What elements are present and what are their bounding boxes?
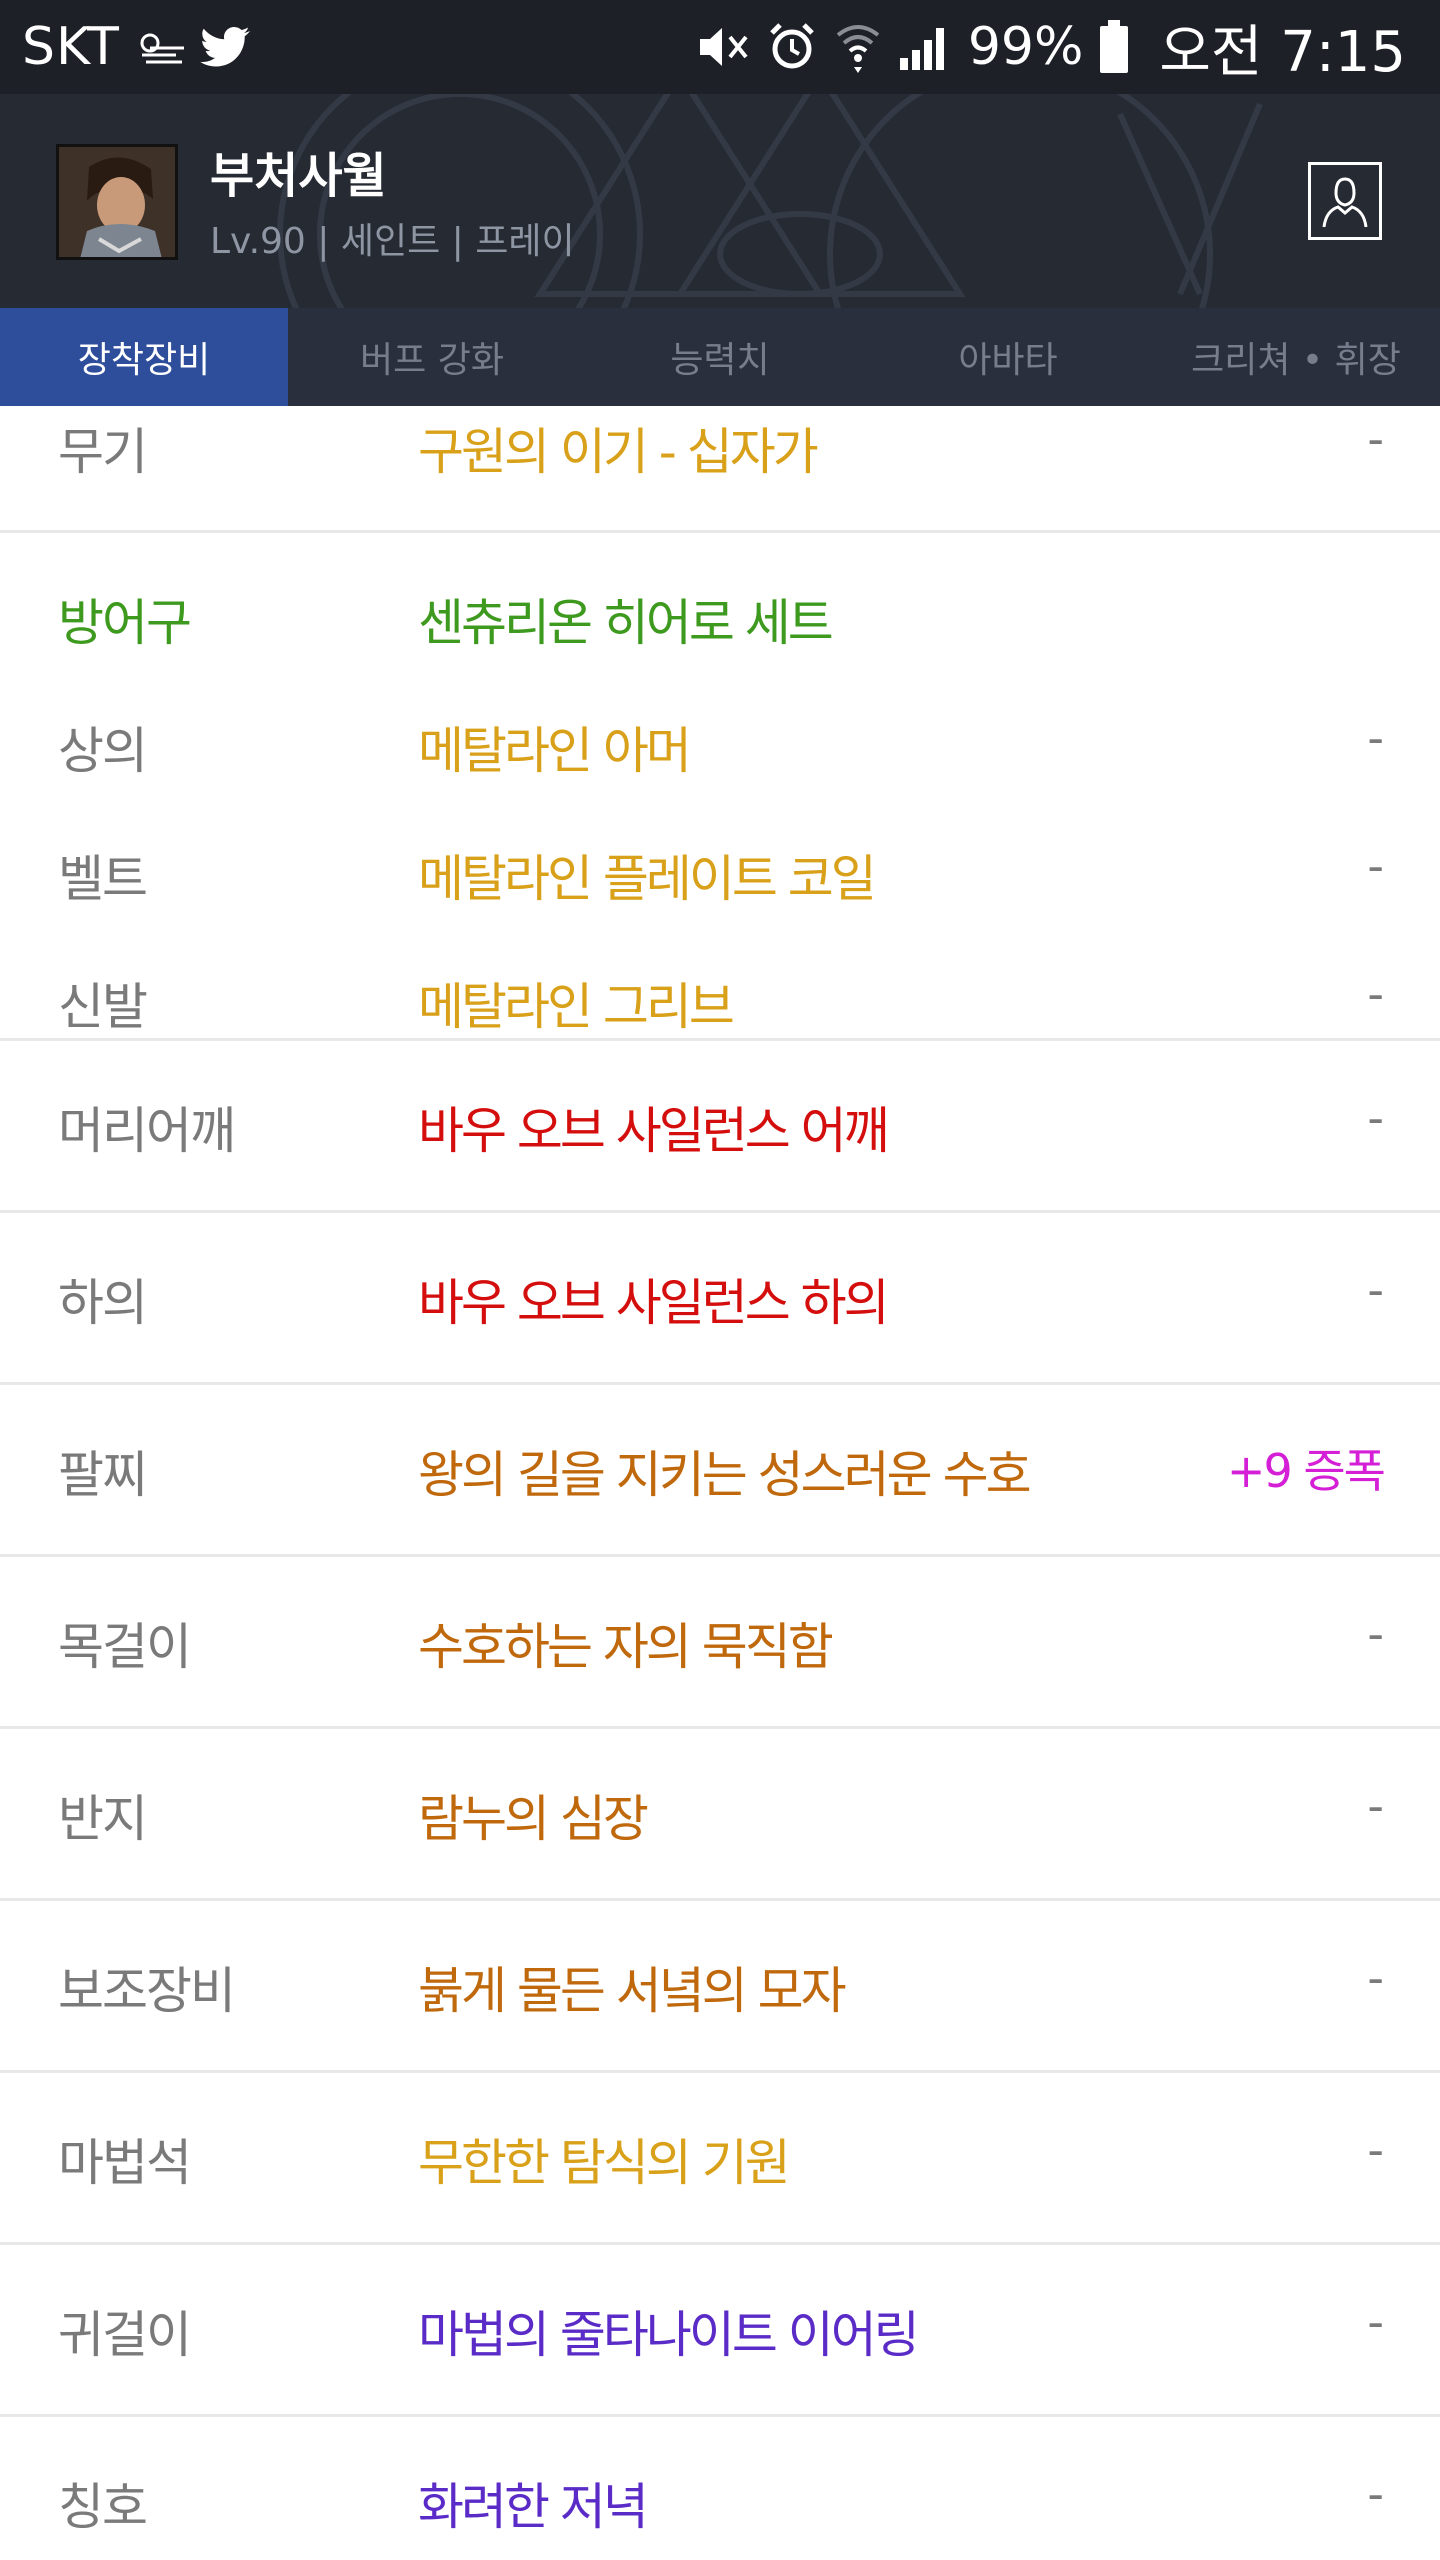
item-extra: - xyxy=(1367,1607,1384,1661)
item-name: 바우 오브 사일런스 하의 xyxy=(418,1274,890,1332)
twitter-icon xyxy=(200,25,252,69)
equipment-row-necklace[interactable]: 목걸이 수호하는 자의 묵직함 - xyxy=(0,1557,1440,1726)
slot-label: 무기 xyxy=(58,423,148,481)
item-extra: - xyxy=(1367,967,1384,1021)
armor-group: 방어구 센츄리온 히어로 세트 상의 메탈라인 아머 - 벨트 메탈라인 플레이… xyxy=(0,533,1440,1038)
slot-label: 반지 xyxy=(58,1790,148,1848)
tab-creature-emblem[interactable]: 크리쳐 • 휘장 xyxy=(1152,308,1440,406)
slot-label: 칭호 xyxy=(58,2478,148,2536)
item-extra: - xyxy=(1367,2467,1384,2521)
person-icon xyxy=(1322,177,1368,228)
armor-set-header[interactable]: 방어구 센츄리온 히어로 세트 xyxy=(0,533,1440,653)
item-name: 메탈라인 아머 xyxy=(418,722,692,780)
tab-avatar[interactable]: 아바타 xyxy=(864,308,1152,406)
slot-label: 보조장비 xyxy=(58,1962,236,2020)
equipment-row-support[interactable]: 보조장비 붉게 물든 서녘의 모자 - xyxy=(0,1901,1440,2070)
item-name: 구원의 이기 - 십자가 xyxy=(418,423,819,481)
equipment-list: 무기 구원의 이기 - 십자가 - 방어구 센츄리온 히어로 세트 상의 메탈라… xyxy=(0,406,1440,2537)
character-avatar xyxy=(56,144,178,260)
slot-label: 상의 xyxy=(58,722,148,780)
item-name: 마법의 줄타나이트 이어링 xyxy=(418,2306,920,2364)
carrier-label: SKT xyxy=(22,17,120,77)
equipment-row-weapon[interactable]: 무기 구원의 이기 - 십자가 - xyxy=(0,406,1440,530)
profile-button[interactable] xyxy=(1308,162,1382,240)
signal-icon xyxy=(898,22,952,72)
mute-icon xyxy=(696,22,750,72)
equipment-row-top[interactable]: 상의 메탈라인 아머 - xyxy=(0,653,1440,781)
tab-stats[interactable]: 능력치 xyxy=(576,308,864,406)
status-bar: SKT 99% 오전 7:15 xyxy=(0,0,1440,94)
equipment-row-earring[interactable]: 귀걸이 마법의 줄타나이트 이어링 - xyxy=(0,2245,1440,2414)
item-extra: - xyxy=(1367,1951,1384,2005)
equipment-row-shoes[interactable]: 신발 메탈라인 그리브 - xyxy=(0,909,1440,1037)
slot-label: 머리어깨 xyxy=(58,1102,236,1160)
wifi-icon xyxy=(834,21,882,73)
equipment-row-shoulder[interactable]: 머리어깨 바우 오브 사일런스 어깨 - xyxy=(0,1041,1440,1210)
item-name: 수호하는 자의 묵직함 xyxy=(418,1618,834,1676)
slot-label: 하의 xyxy=(58,1274,148,1332)
item-extra: - xyxy=(1367,839,1384,893)
item-name: 화려한 저녁 xyxy=(418,2478,649,2536)
slot-label: 귀걸이 xyxy=(58,2306,192,2364)
tab-buff-enhance[interactable]: 버프 강화 xyxy=(288,308,576,406)
character-subtitle: Lv.90 | 세인트 | 프레이 xyxy=(210,221,575,262)
item-extra: - xyxy=(1367,2123,1384,2177)
slot-label: 벨트 xyxy=(58,850,148,908)
equipment-row-pants[interactable]: 하의 바우 오브 사일런스 하의 - xyxy=(0,1213,1440,1382)
item-name: 람누의 심장 xyxy=(418,1790,649,1848)
equipment-row-magicstone[interactable]: 마법석 무한한 탐식의 기원 - xyxy=(0,2073,1440,2242)
battery-icon xyxy=(1099,20,1129,74)
item-name: 왕의 길을 지키는 성스러운 수호 xyxy=(418,1446,1032,1504)
item-extra: - xyxy=(1367,1779,1384,1833)
item-name: 메탈라인 플레이트 코일 xyxy=(418,850,877,908)
alarm-icon xyxy=(766,21,818,73)
clock: 오전 7:15 xyxy=(1159,19,1406,85)
item-extra: - xyxy=(1367,1091,1384,1145)
item-name: 바우 오브 사일런스 어깨 xyxy=(418,1102,890,1160)
item-name: 메탈라인 그리브 xyxy=(418,978,735,1036)
item-name: 붉게 물든 서녘의 모자 xyxy=(418,1962,847,2020)
equipment-row-title[interactable]: 칭호 화려한 저녁 - xyxy=(0,2417,1440,2537)
item-extra: - xyxy=(1367,1263,1384,1317)
equipment-row-belt[interactable]: 벨트 메탈라인 플레이트 코일 - xyxy=(0,781,1440,909)
item-name: 무한한 탐식의 기원 xyxy=(418,2134,791,2192)
set-name: 센츄리온 히어로 세트 xyxy=(418,594,834,652)
character-header: 부처사월 Lv.90 | 세인트 | 프레이 xyxy=(0,94,1440,308)
weather-icon xyxy=(132,25,188,69)
tab-equipment[interactable]: 장착장비 xyxy=(0,308,288,406)
slot-label: 신발 xyxy=(58,978,148,1036)
armor-group-label: 방어구 xyxy=(58,594,192,652)
item-extra: - xyxy=(1367,2295,1384,2349)
slot-label: 목걸이 xyxy=(58,1618,192,1676)
item-extra: - xyxy=(1367,412,1384,466)
battery-percent: 99% xyxy=(967,17,1084,77)
slot-label: 팔찌 xyxy=(58,1446,148,1504)
character-name: 부처사월 xyxy=(210,148,387,204)
equipment-row-ring[interactable]: 반지 람누의 심장 - xyxy=(0,1729,1440,1898)
equipment-row-bracelet[interactable]: 팔찌 왕의 길을 지키는 성스러운 수호 +9 증폭 xyxy=(0,1385,1440,1554)
amplify-badge: +9 증폭 xyxy=(1226,1444,1386,1498)
item-extra: - xyxy=(1367,711,1384,765)
tab-bar: 장착장비 버프 강화 능력치 아바타 크리쳐 • 휘장 xyxy=(0,308,1440,406)
slot-label: 마법석 xyxy=(58,2134,192,2192)
